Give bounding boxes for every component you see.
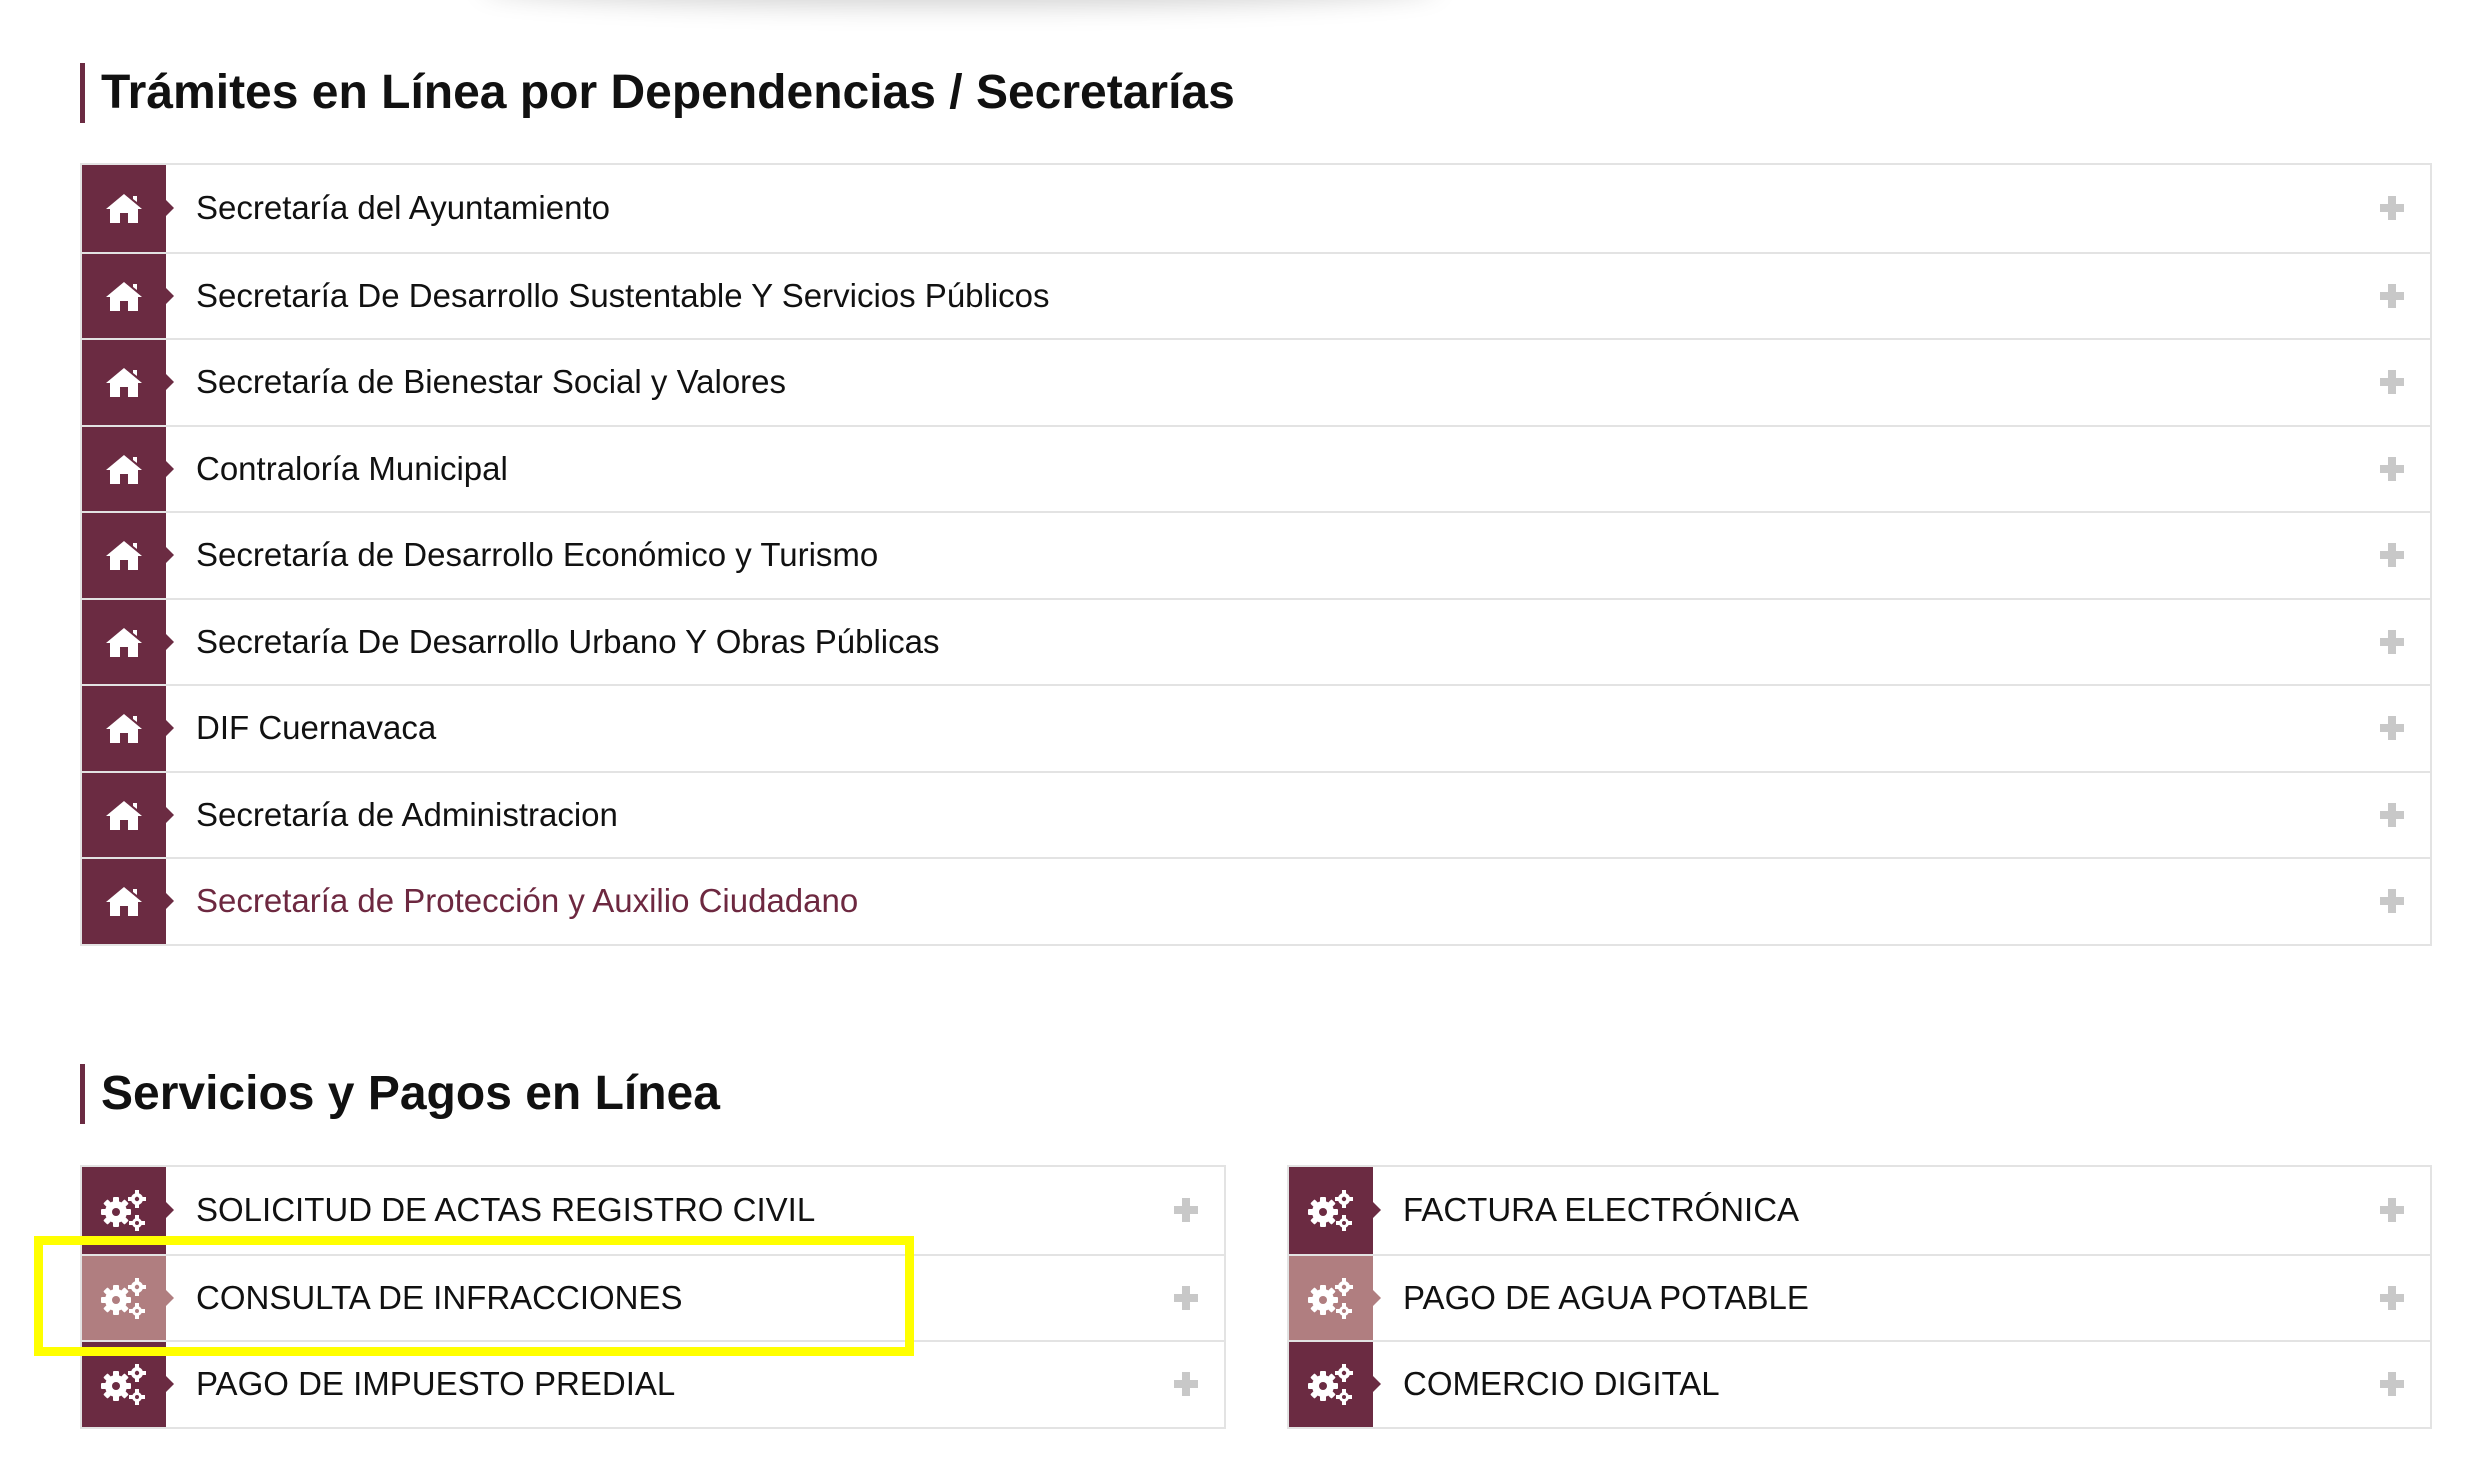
accordion-item-bienestar-social[interactable]: Secretaría de Bienestar Social y Valores [82, 338, 2430, 425]
service-item-label: COMERCIO DIGITAL [1403, 1365, 1720, 1403]
accordion-item-contraloria[interactable]: Contraloría Municipal [82, 424, 2430, 511]
home-icon [82, 426, 166, 511]
accordion-item-label: Secretaría De Desarrollo Urbano Y Obras … [196, 622, 940, 660]
home-icon [82, 340, 166, 425]
accordion-item-dif[interactable]: DIF Cuernavaca [82, 684, 2430, 771]
accordion-item-label: Secretaría De Desarrollo Sustentable Y S… [196, 276, 1050, 314]
service-item-agua-potable[interactable]: PAGO DE AGUA POTABLE [1289, 1253, 2430, 1340]
accordion-item-label: Secretaría de Protección y Auxilio Ciuda… [196, 882, 859, 920]
plus-icon[interactable] [2380, 629, 2404, 654]
service-item-consulta-infracciones[interactable]: CONSULTA DE INFRACCIONES [82, 1253, 1224, 1340]
plus-icon[interactable] [1174, 1285, 1198, 1310]
plus-icon[interactable] [2380, 196, 2404, 221]
home-icon [82, 513, 166, 598]
gears-icon [82, 1342, 166, 1427]
gears-icon [82, 1255, 166, 1340]
service-item-label: PAGO DE IMPUESTO PREDIAL [196, 1365, 676, 1403]
plus-icon[interactable] [2380, 1372, 2404, 1397]
accordion-item-label: Contraloría Municipal [196, 449, 508, 487]
service-item-impuesto-predial[interactable]: PAGO DE IMPUESTO PREDIAL [82, 1340, 1224, 1427]
home-icon [82, 165, 166, 252]
service-item-comercio-digital[interactable]: COMERCIO DIGITAL [1289, 1340, 2430, 1427]
home-icon [82, 686, 166, 771]
gears-icon [1289, 1342, 1373, 1427]
accordion-item-desarrollo-economico[interactable]: Secretaría de Desarrollo Económico y Tur… [82, 511, 2430, 598]
accordion-item-label: Secretaría del Ayuntamiento [196, 189, 610, 227]
plus-icon[interactable] [2380, 716, 2404, 741]
plus-icon[interactable] [2380, 543, 2404, 568]
service-item-factura-electronica[interactable]: FACTURA ELECTRÓNICA [1289, 1167, 2430, 1254]
accordion-item-label: Secretaría de Desarrollo Económico y Tur… [196, 536, 879, 574]
accordion-item-desarrollo-urbano[interactable]: Secretaría De Desarrollo Urbano Y Obras … [82, 597, 2430, 684]
home-icon [82, 599, 166, 684]
plus-icon[interactable] [1174, 1372, 1198, 1397]
service-item-label: FACTURA ELECTRÓNICA [1403, 1191, 1800, 1229]
home-icon [82, 859, 166, 944]
accordion-item-secretaria-ayuntamiento[interactable]: Secretaría del Ayuntamiento [82, 165, 2430, 252]
service-item-label: PAGO DE AGUA POTABLE [1403, 1278, 1809, 1316]
service-item-label: CONSULTA DE INFRACCIONES [196, 1278, 683, 1316]
plus-icon[interactable] [2380, 370, 2404, 395]
service-item-actas-registro-civil[interactable]: SOLICITUD DE ACTAS REGISTRO CIVIL [82, 1167, 1224, 1254]
service-item-label: SOLICITUD DE ACTAS REGISTRO CIVIL [196, 1191, 816, 1229]
gears-icon [82, 1167, 166, 1254]
plus-icon[interactable] [2380, 802, 2404, 827]
gears-icon [1289, 1255, 1373, 1340]
servicios-accordion-right: FACTURA ELECTRÓNICA PAGO DE AGUA POTABLE… [1287, 1165, 2432, 1429]
accordion-item-label: Secretaría de Administracion [196, 795, 618, 833]
section-title-servicios: Servicios y Pagos en Línea [80, 1064, 720, 1124]
accordion-item-label: DIF Cuernavaca [196, 709, 437, 747]
accordion-item-label: Secretaría de Bienestar Social y Valores [196, 363, 787, 401]
tramites-accordion: Secretaría del Ayuntamiento Secretaría D… [80, 163, 2432, 946]
plus-icon[interactable] [2380, 456, 2404, 481]
accordion-item-desarrollo-sustentable[interactable]: Secretaría De Desarrollo Sustentable Y S… [82, 251, 2430, 338]
accordion-item-administracion[interactable]: Secretaría de Administracion [82, 770, 2430, 857]
home-icon [82, 253, 166, 338]
plus-icon[interactable] [2380, 1198, 2404, 1223]
plus-icon[interactable] [2380, 1285, 2404, 1310]
servicios-accordion-left: SOLICITUD DE ACTAS REGISTRO CIVIL CONSUL… [80, 1165, 1226, 1429]
home-icon [82, 772, 166, 857]
gears-icon [1289, 1167, 1373, 1254]
section-title-tramites: Trámites en Línea por Dependencias / Sec… [80, 63, 1235, 123]
plus-icon[interactable] [1174, 1198, 1198, 1223]
accordion-item-proteccion-ciudadana[interactable]: Secretaría de Protección y Auxilio Ciuda… [82, 857, 2430, 944]
plus-icon[interactable] [2380, 283, 2404, 308]
plus-icon[interactable] [2380, 889, 2404, 914]
